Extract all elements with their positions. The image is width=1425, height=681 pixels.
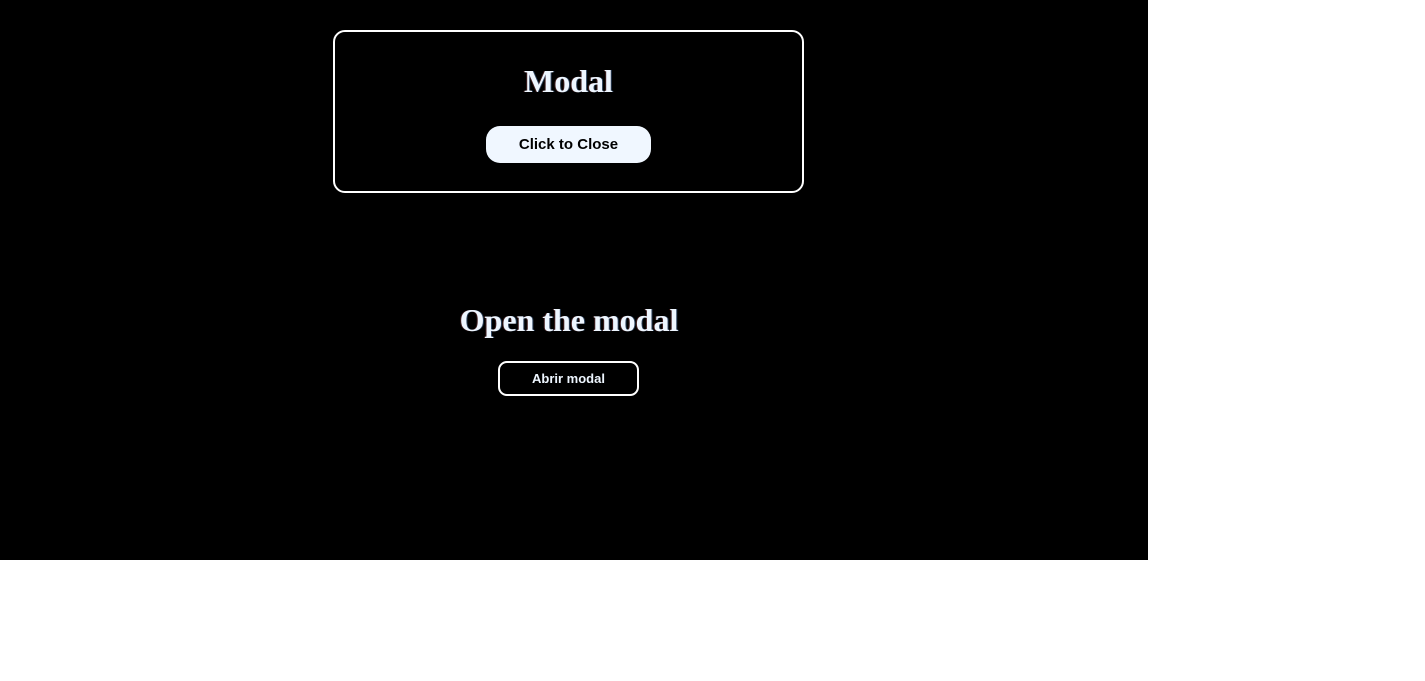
modal-title: Modal [524,63,613,99]
open-modal-button[interactable]: Abrir modal [498,361,639,396]
modal-dialog: Modal Click to Close [333,30,804,193]
page-title: Open the modal [459,302,679,338]
app-canvas: Modal Click to Close Open the modal Abri… [0,0,1148,560]
close-modal-button[interactable]: Click to Close [486,126,651,163]
